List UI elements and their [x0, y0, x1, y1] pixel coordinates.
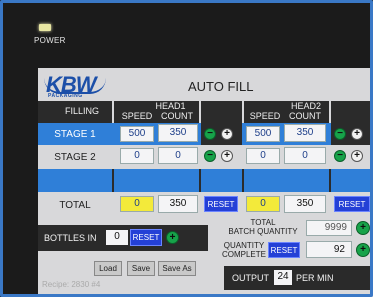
empty-row-divider-1 — [112, 169, 114, 192]
total-batch-quantity-label: TOTAL BATCH QUANTITY — [228, 218, 298, 236]
logo-subtext: PACKAGING — [48, 93, 83, 99]
head2-stage1-plus-icon[interactable]: + — [351, 128, 363, 140]
bottles-reset-button[interactable]: RESET — [130, 229, 162, 246]
head2-stage1-minus-icon[interactable]: − — [334, 128, 346, 140]
empty-row-divider-3 — [242, 169, 244, 192]
filling-label: FILLING — [64, 106, 99, 116]
head1-stage1-speed[interactable]: 500 — [120, 126, 154, 142]
head1-speed-label: SPEED — [121, 111, 153, 121]
head1-total-speed: 0 — [120, 196, 154, 212]
empty-row-band — [38, 169, 373, 192]
head2-reset-button[interactable]: RESET — [334, 196, 370, 212]
head2-stage2-plus-icon[interactable]: + — [351, 150, 363, 162]
empty-row-divider-2 — [199, 169, 201, 192]
head2-stage2-speed[interactable]: 0 — [246, 148, 280, 164]
head1-label: HEAD1 — [155, 101, 186, 111]
quantity-plus-icon[interactable]: + — [356, 243, 370, 257]
output-label: OUTPUT — [232, 273, 269, 283]
head2-stage2-count[interactable]: 0 — [284, 147, 326, 164]
total-label: TOTAL — [59, 200, 91, 211]
head1-stage1-minus-icon[interactable]: − — [204, 128, 216, 140]
stage1-label: STAGE 1 — [54, 129, 96, 140]
head1-stage2-minus-icon[interactable]: − — [204, 150, 216, 162]
head1-stage2-plus-icon[interactable]: + — [221, 150, 233, 162]
head2-stage1-count[interactable]: 350 — [284, 124, 326, 142]
head2-button-header — [331, 101, 373, 123]
quantity-reset-button[interactable]: RESET — [268, 242, 300, 258]
page-title: AUTO FILL — [188, 79, 254, 94]
save-button[interactable]: Save — [127, 261, 155, 276]
bottles-add-icon[interactable]: + — [166, 231, 179, 244]
head2-stage1-speed[interactable]: 500 — [246, 126, 280, 142]
bottles-in-label: BOTTLES IN — [44, 233, 97, 243]
save-as-button[interactable]: Save As — [158, 261, 196, 276]
head1-stage1-plus-icon[interactable]: + — [221, 128, 233, 140]
power-led-indicator — [39, 24, 51, 31]
stage2-label: STAGE 2 — [54, 152, 96, 163]
head1-count-label: COUNT — [161, 111, 193, 121]
batch-plus-icon[interactable]: + — [356, 221, 370, 235]
head2-total-count: 350 — [284, 195, 326, 213]
hmi-device: POWER KBW PACKAGING AUTO FILL FILLING HE… — [0, 0, 373, 297]
bottles-in-value: 0 — [106, 230, 128, 245]
head1-stage1-count[interactable]: 350 — [158, 124, 198, 142]
load-button[interactable]: Load — [94, 261, 122, 276]
quantity-complete-label: QUANTITY COMPLETE — [221, 241, 266, 259]
hmi-screen: KBW PACKAGING AUTO FILL FILLING HEAD1 SP… — [38, 68, 373, 297]
head2-total-speed: 0 — [246, 196, 280, 212]
quantity-complete-value: 92 — [306, 241, 352, 258]
head2-count-label: COUNT — [289, 111, 321, 121]
head1-total-count: 350 — [158, 195, 198, 213]
head1-stage2-count[interactable]: 0 — [158, 147, 198, 164]
head2-stage2-minus-icon[interactable]: − — [334, 150, 346, 162]
output-unit: PER MIN — [296, 273, 334, 283]
company-logo: KBW PACKAGING — [44, 72, 110, 100]
head1-stage2-speed[interactable]: 0 — [120, 148, 154, 164]
recipe-label: Recipe: 2830 #4 — [42, 280, 101, 289]
empty-row-divider-4 — [329, 169, 331, 192]
total-batch-quantity-value[interactable]: 9999 — [306, 220, 352, 236]
output-value: 24 — [274, 270, 292, 285]
head1-reset-button[interactable]: RESET — [204, 196, 238, 212]
head1-button-header — [201, 101, 242, 123]
head2-speed-label: SPEED — [249, 111, 281, 121]
power-label: POWER — [34, 36, 66, 45]
head2-label: HEAD2 — [290, 101, 321, 111]
